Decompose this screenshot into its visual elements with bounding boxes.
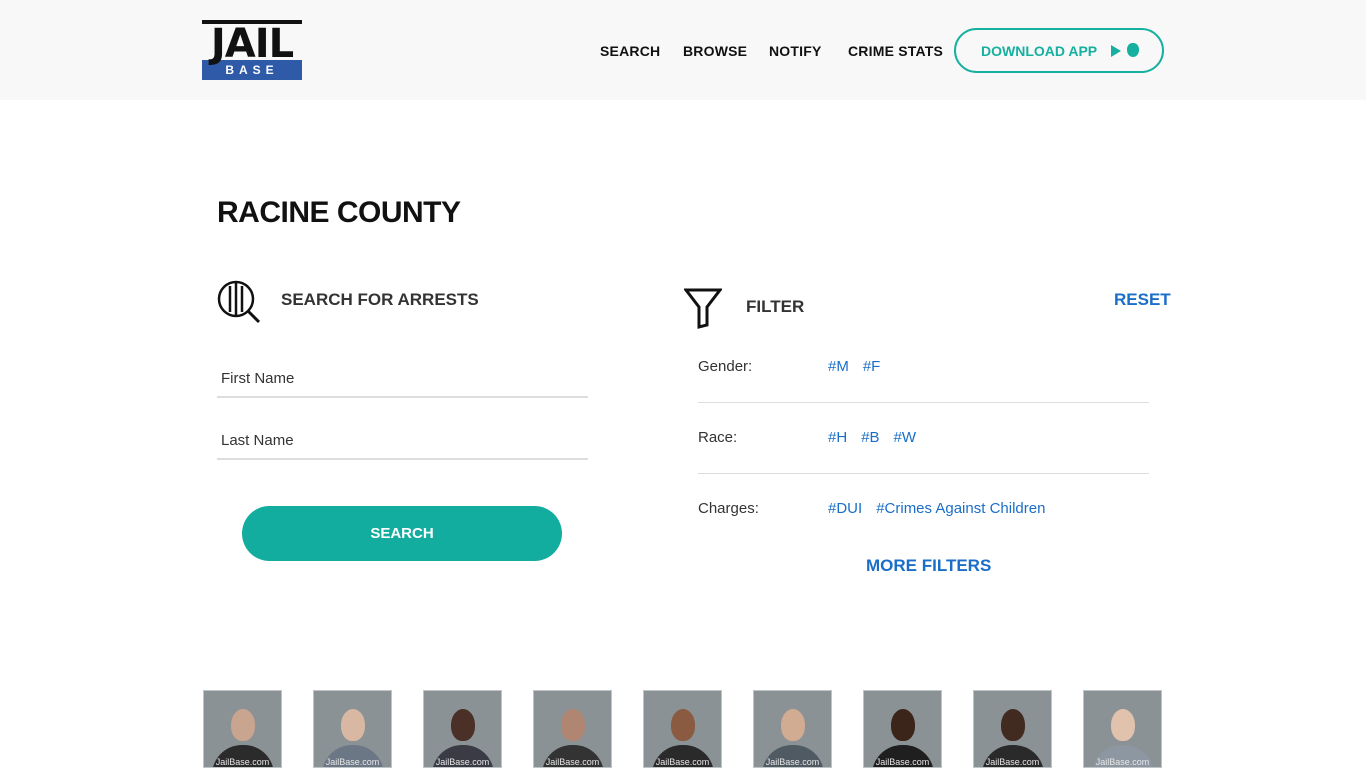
nav-crime-stats-link[interactable]: CRIME STATS <box>848 43 943 59</box>
filter-tag-h[interactable]: #H <box>828 429 847 446</box>
nav-browse-link[interactable]: BROWSE <box>683 43 747 59</box>
mugshot-thumbnail[interactable]: JailBase.com <box>313 690 392 768</box>
mugshot-watermark: JailBase.com <box>325 757 380 767</box>
filter-label-charges: Charges: <box>698 500 759 517</box>
filter-tag-crimes-against-children[interactable]: #Crimes Against Children <box>876 500 1045 517</box>
reset-filters-link[interactable]: RESET <box>1114 290 1171 310</box>
mugshot-head <box>561 709 585 741</box>
mugshot-thumbnail[interactable]: JailBase.com <box>203 690 282 768</box>
last-name-field <box>217 422 588 460</box>
mugshot-thumbnail[interactable]: JailBase.com <box>533 690 612 768</box>
mugshot-thumbnail[interactable]: JailBase.com <box>643 690 722 768</box>
mugshot-watermark: JailBase.com <box>545 757 600 767</box>
filter-tag-b[interactable]: #B <box>861 429 879 446</box>
filter-label-gender: Gender: <box>698 358 753 375</box>
nav-notify-link[interactable]: NOTIFY <box>769 43 822 59</box>
mugshot-head <box>891 709 915 741</box>
more-filters-link[interactable]: MORE FILTERS <box>866 556 991 576</box>
page-title: RACINE COUNTY <box>217 196 461 229</box>
mugshot-watermark: JailBase.com <box>875 757 930 767</box>
mugshot-thumbnail[interactable]: JailBase.com <box>863 690 942 768</box>
filter-tag-w[interactable]: #W <box>894 429 917 446</box>
jailbase-logo[interactable]: JAIL BASE <box>202 20 302 80</box>
download-app-button[interactable]: DOWNLOAD APP <box>954 28 1164 73</box>
mugshot-head <box>231 709 255 741</box>
mugshot-head <box>1001 709 1025 741</box>
search-button[interactable]: SEARCH <box>242 506 562 561</box>
magnifier-icon <box>217 280 261 324</box>
funnel-icon <box>682 287 724 329</box>
mugshot-thumbnail[interactable]: JailBase.com <box>753 690 832 768</box>
mugshot-watermark: JailBase.com <box>765 757 820 767</box>
google-play-icon <box>1111 44 1122 57</box>
mugshot-watermark: JailBase.com <box>1095 757 1150 767</box>
mugshot-thumbnail[interactable]: JailBase.com <box>423 690 502 768</box>
first-name-input[interactable] <box>217 360 588 396</box>
filter-row-charges: Charges: #DUI #Crimes Against Children <box>698 474 1149 545</box>
nav-search-link[interactable]: SEARCH <box>600 43 660 59</box>
mugshot-head <box>1111 709 1135 741</box>
mugshot-head <box>671 709 695 741</box>
filter-tag-m[interactable]: #M <box>828 358 849 375</box>
first-name-field <box>217 360 588 398</box>
mugshot-watermark: JailBase.com <box>435 757 490 767</box>
apple-icon <box>1127 42 1140 57</box>
mugshot-watermark: JailBase.com <box>215 757 270 767</box>
filter-row-race: Race: #H #B #W <box>698 403 1149 474</box>
mugshot-head <box>781 709 805 741</box>
mugshot-watermark: JailBase.com <box>655 757 710 767</box>
mugshot-strip: JailBase.com JailBase.com JailBase.com Jail… <box>203 690 1162 768</box>
last-name-input[interactable] <box>217 422 588 458</box>
filter-tag-f[interactable]: #F <box>863 358 881 375</box>
filter-tag-dui[interactable]: #DUI <box>828 500 862 517</box>
mugshot-thumbnail[interactable]: JailBase.com <box>1083 690 1162 768</box>
filter-label-race: Race: <box>698 429 738 446</box>
download-app-label: DOWNLOAD APP <box>981 42 1098 59</box>
logo-wordmark-top: JAIL <box>202 20 302 64</box>
mugshot-head <box>451 709 475 741</box>
mugshot-watermark: JailBase.com <box>985 757 1040 767</box>
filter-row-gender: Gender: #M #F <box>698 332 1149 403</box>
mugshot-head <box>341 709 365 741</box>
mugshot-thumbnail[interactable]: JailBase.com <box>973 690 1052 768</box>
filter-heading: FILTER <box>746 297 805 316</box>
site-header: JAIL BASE SEARCH BROWSE NOTIFY CRIME STA… <box>0 0 1366 100</box>
search-heading: SEARCH FOR ARRESTS <box>281 290 479 309</box>
